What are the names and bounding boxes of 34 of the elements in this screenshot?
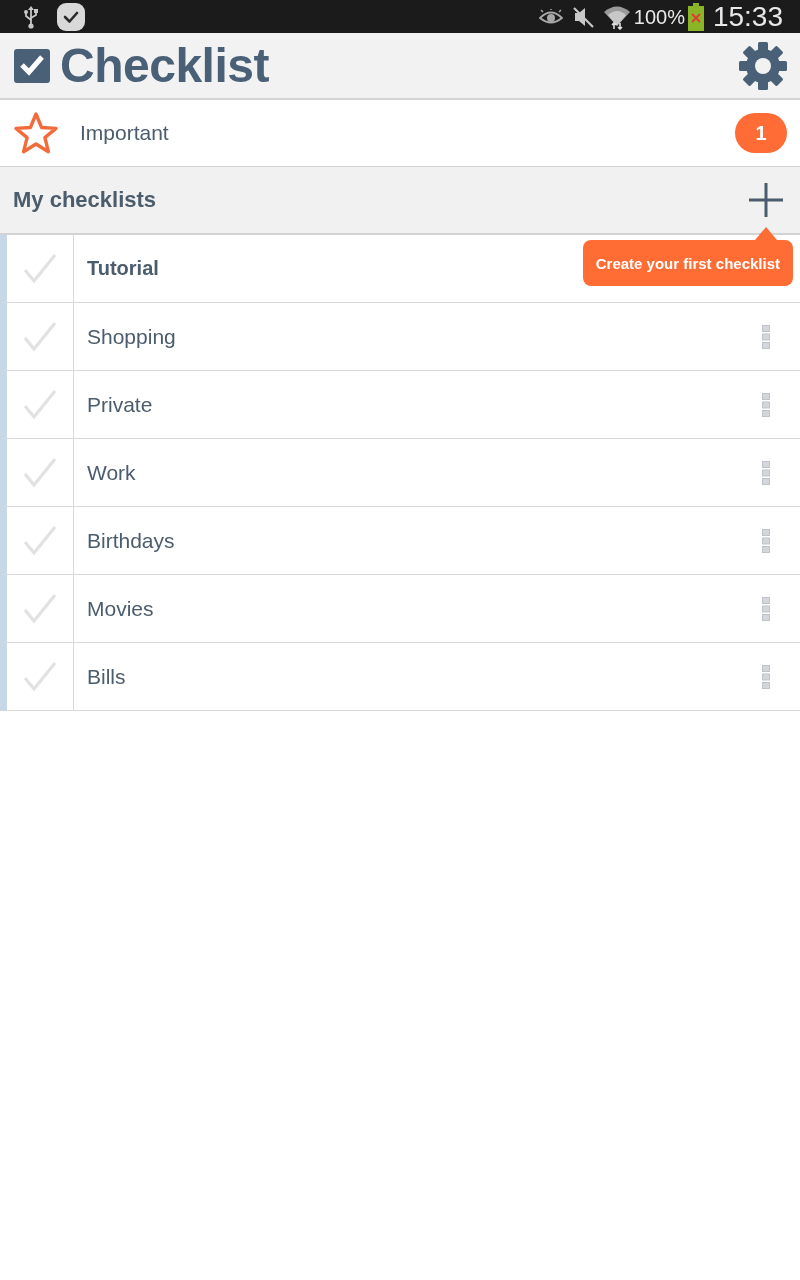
checklist-item[interactable]: Movies (0, 575, 800, 643)
check-icon (23, 320, 57, 353)
checklist-item[interactable]: Private (0, 371, 800, 439)
checklist-item[interactable]: Birthdays (0, 507, 800, 575)
checklist-item[interactable]: Work (0, 439, 800, 507)
checkbox-logo-icon (14, 48, 50, 83)
checklist-item[interactable]: Shopping (0, 303, 800, 371)
eye-icon (538, 8, 563, 25)
section-title: My checklists (13, 187, 157, 213)
checkmark-icon (57, 2, 85, 31)
check-icon (23, 524, 57, 557)
overflow-menu-icon[interactable] (762, 460, 770, 485)
add-icon[interactable] (749, 183, 783, 217)
check-icon (23, 592, 57, 625)
check-icon (23, 456, 57, 489)
battery-percentage: 100% (633, 6, 685, 27)
check-icon (23, 660, 57, 693)
overflow-menu-icon[interactable] (762, 664, 770, 689)
count-badge: 1 (735, 113, 787, 153)
overflow-menu-icon[interactable] (762, 324, 770, 349)
usb-icon (23, 4, 39, 29)
clock: 15:33 (712, 2, 783, 31)
star-icon (13, 111, 59, 155)
app-title: Checklist (60, 41, 270, 90)
check-icon (23, 252, 57, 285)
muted-speaker-icon (571, 5, 594, 28)
tooltip: Create your first checklist (582, 227, 793, 286)
overflow-menu-icon[interactable] (762, 528, 770, 553)
check-icon (23, 388, 57, 421)
checklist-item[interactable]: Bills (0, 643, 800, 711)
battery-icon (687, 2, 704, 31)
settings-icon[interactable] (739, 41, 787, 90)
overflow-menu-icon[interactable] (762, 392, 770, 417)
overflow-menu-icon[interactable] (762, 596, 770, 621)
